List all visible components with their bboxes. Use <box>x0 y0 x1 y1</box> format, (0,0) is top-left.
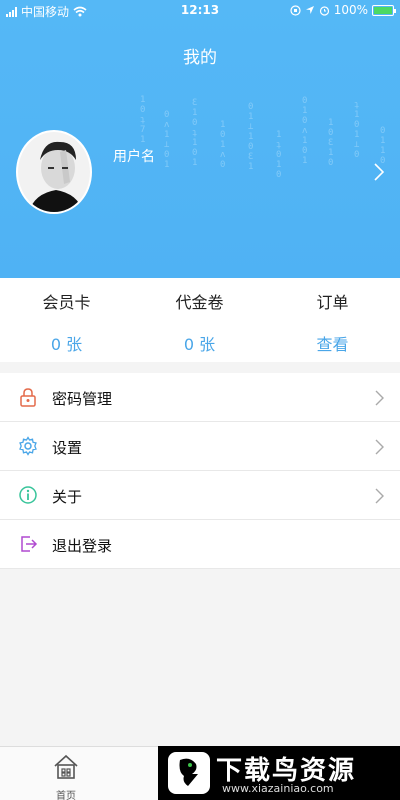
stat-label: 会员卡 <box>42 293 91 312</box>
battery-icon <box>372 4 396 16</box>
menu-label: 退出登录 <box>52 537 113 555</box>
status-bar: 中国移动 12:13 100% <box>0 0 400 22</box>
chevron-right-icon[interactable] <box>374 163 384 181</box>
menu-item-logout[interactable]: 退出登录 <box>0 520 400 569</box>
menu-item-about[interactable]: 关于 <box>0 471 400 520</box>
menu-label: 关于 <box>52 488 83 506</box>
matrix-background: 10ʇ71 0 ʌ 1 ⊥ 0 1 Ɛ10ʇ101 101ʌ0 0 1 ⊥ 1 0 Ɛ 1 1ʇ010… <box>140 95 386 180</box>
gear-icon <box>19 436 37 456</box>
username[interactable]: 用户名 <box>113 146 155 166</box>
stats-bar: 会员卡 0 张 代金卷 0 张 订单 查看 <box>0 278 400 362</box>
chevron-right-icon <box>375 488 384 504</box>
lock-icon <box>20 388 36 407</box>
menu-item-password[interactable]: 密码管理 <box>0 373 400 422</box>
tab-home-label: 首页 <box>56 791 76 800</box>
menu-item-settings[interactable]: 设置 <box>0 422 400 471</box>
page-title: 我的 <box>183 48 217 68</box>
stat-label: 代金卷 <box>175 293 224 312</box>
profile-header: 10ʇ71 0 ʌ 1 ⊥ 0 1 Ɛ10ʇ101 101ʌ0 0 1 ⊥ 1 0 Ɛ 1 1ʇ010… <box>0 0 400 278</box>
tab-home[interactable]: 首页 <box>36 753 96 800</box>
home-icon <box>54 754 78 779</box>
stat-value[interactable]: 0 张 <box>133 331 266 355</box>
alarm-icon <box>319 5 329 16</box>
avatar[interactable] <box>16 130 92 214</box>
battery-percent: 100% <box>333 3 368 17</box>
settings-menu: 密码管理 设置 关于 退出登录 <box>0 373 400 569</box>
menu-label: 设置 <box>52 439 83 457</box>
chevron-right-icon <box>375 390 384 406</box>
watermark: 下载鸟资源 www.xiazainiao.com <box>158 746 400 800</box>
logout-icon <box>21 536 38 552</box>
watermark-url: www.xiazainiao.com <box>222 782 334 795</box>
chevron-right-icon <box>375 439 384 455</box>
stat-value[interactable]: 查看 <box>266 331 399 355</box>
orientation-lock-icon <box>290 4 301 16</box>
location-icon <box>305 6 314 14</box>
info-icon <box>19 486 37 504</box>
stat-label: 订单 <box>316 293 349 312</box>
bird-logo-icon <box>168 752 210 794</box>
menu-label: 密码管理 <box>52 390 113 408</box>
stat-value[interactable]: 0 张 <box>0 331 133 355</box>
